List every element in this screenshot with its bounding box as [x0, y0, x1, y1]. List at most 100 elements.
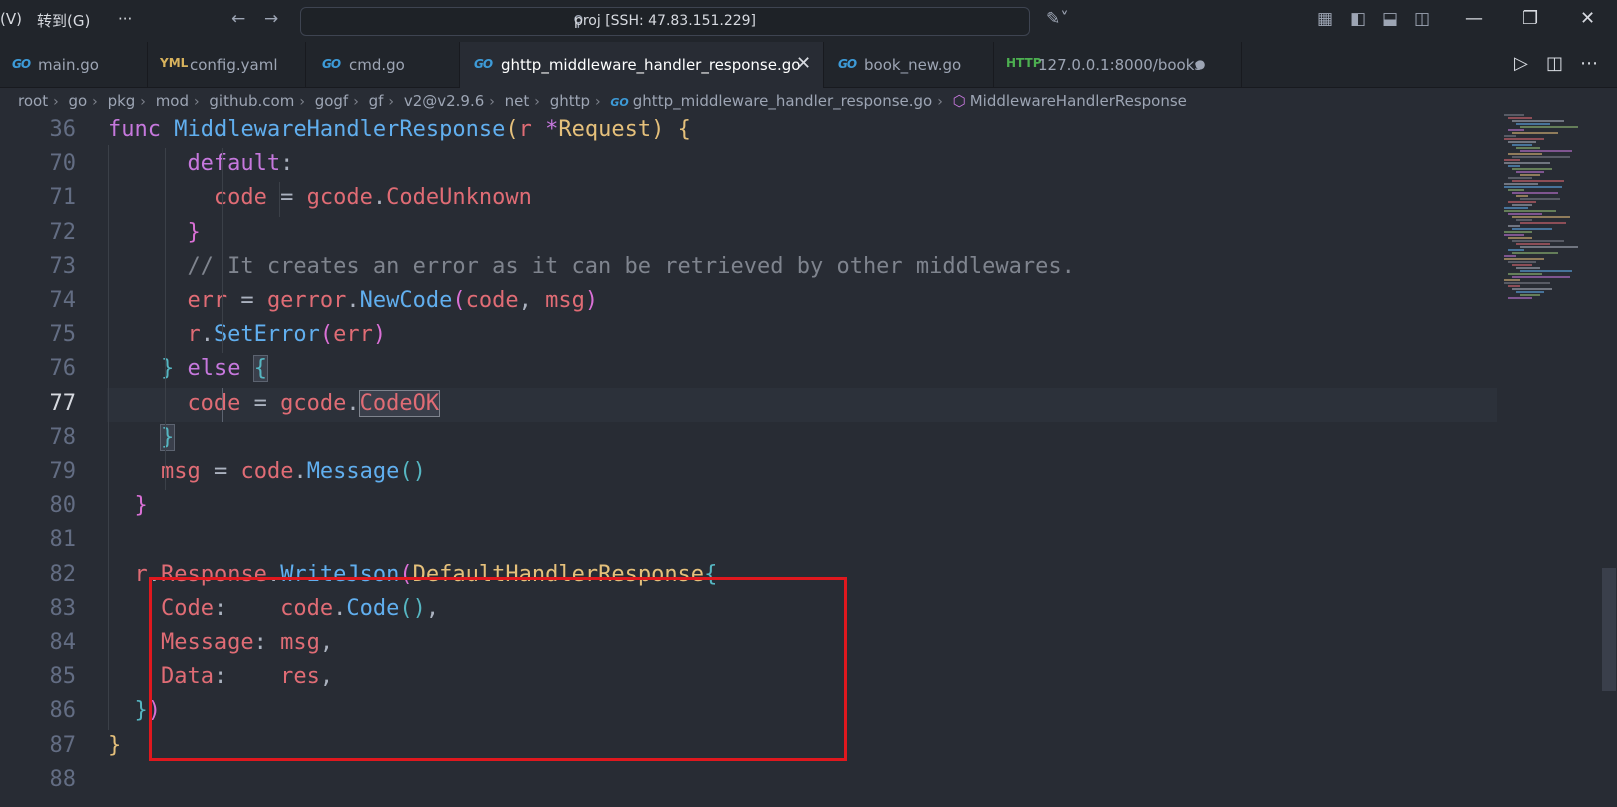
- code-token: =: [227, 288, 267, 313]
- breadcrumb-item[interactable]: root: [18, 92, 48, 110]
- code-token: .: [346, 288, 360, 313]
- tab-book-new-go[interactable]: GO book_new.go: [824, 42, 994, 88]
- breadcrumb-item[interactable]: net: [505, 92, 530, 110]
- tab-label: config.yaml: [190, 56, 278, 74]
- code-line[interactable]: 80}: [0, 490, 1500, 524]
- http-file-icon: HTTP: [1006, 56, 1042, 70]
- minimize-icon[interactable]: —: [1465, 8, 1483, 29]
- line-code: }: [187, 220, 200, 245]
- close-tab-icon[interactable]: ✕: [796, 53, 811, 74]
- toggle-panel-icon[interactable]: ⬓: [1382, 9, 1398, 29]
- code-token: func: [108, 117, 161, 142]
- code-token: }: [108, 732, 122, 758]
- back-arrow-icon[interactable]: ←: [231, 9, 245, 29]
- code-line[interactable]: 71 code = gcode.CodeUnknown: [0, 182, 1500, 216]
- code-token: (: [505, 117, 519, 142]
- toggle-primary-sidebar-icon[interactable]: ◧: [1350, 9, 1366, 29]
- line-code: }: [159, 423, 176, 451]
- minimap-line: [1508, 141, 1536, 143]
- title-bar: (V) 转到(G) ··· ← → ⚲ proj [SSH: 47.83.151…: [0, 0, 1617, 42]
- breadcrumb-item[interactable]: pkg: [108, 92, 136, 110]
- chevron-right-icon: ›: [489, 94, 495, 110]
- code-line[interactable]: 81: [0, 524, 1500, 558]
- code-line[interactable]: 72}: [0, 217, 1500, 251]
- line-code: code = gcode.CodeUnknown: [214, 185, 532, 210]
- code-token: code: [465, 288, 519, 313]
- code-line[interactable]: 78}: [0, 422, 1500, 456]
- menu-view[interactable]: (V): [0, 10, 22, 28]
- minimap-line: [1516, 171, 1544, 173]
- code-token: msg: [160, 459, 201, 484]
- scrollbar-thumb[interactable]: [1602, 568, 1616, 691]
- indent-guide: [221, 387, 223, 422]
- run-icon[interactable]: ▷: [1514, 53, 1528, 74]
- minimap-line: [1508, 177, 1532, 179]
- code-line[interactable]: 75 r.SetError(err): [0, 319, 1500, 353]
- line-code: }: [134, 493, 147, 518]
- code-token: .: [372, 185, 387, 211]
- forward-arrow-icon[interactable]: →: [264, 9, 278, 29]
- breadcrumb-item[interactable]: mod: [156, 92, 189, 110]
- tab-config-yaml[interactable]: YML config.yaml: [148, 42, 306, 88]
- vertical-scrollbar[interactable]: [1601, 114, 1617, 807]
- chevron-right-icon: ›: [937, 94, 943, 110]
- code-token: r: [187, 322, 201, 348]
- menu-more-button[interactable]: ···: [118, 10, 132, 28]
- code-line[interactable]: 73 // It creates an error as it can be re…: [0, 251, 1500, 285]
- customize-layout-icon[interactable]: ▦: [1317, 9, 1333, 29]
- code-line[interactable]: 79 msg = code.Message(): [0, 456, 1500, 490]
- chevron-right-icon: ›: [140, 94, 146, 110]
- menu-goto[interactable]: 转到(G): [37, 10, 90, 31]
- tab-ghttp-middleware-handler-response[interactable]: GO ghttp_middleware_handler_response.go …: [460, 42, 824, 88]
- go-file-icon: GO: [322, 57, 341, 71]
- more-actions-icon[interactable]: ⋯: [1580, 53, 1598, 74]
- command-center-search[interactable]: ⚲ proj [SSH: 47.83.151.229]: [300, 7, 1030, 36]
- breadcrumb-item[interactable]: gogf: [315, 92, 349, 110]
- go-file-icon: GO: [474, 57, 493, 71]
- indent-guide: [108, 144, 109, 730]
- minimap-line: [1508, 129, 1524, 131]
- split-editor-icon[interactable]: ◫: [1546, 53, 1563, 74]
- minimap-line: [1520, 150, 1572, 152]
- restore-icon[interactable]: ❐: [1522, 8, 1538, 29]
- code-line[interactable]: 36 func MiddlewareHandlerResponse(r *Requ…: [0, 114, 1500, 148]
- minimap[interactable]: [1500, 114, 1600, 304]
- copilot-chat-icon[interactable]: ✎˅: [1046, 9, 1069, 29]
- chevron-right-icon: ›: [299, 94, 305, 110]
- breadcrumb-item[interactable]: ghttp: [550, 92, 590, 110]
- tab-http-books[interactable]: HTTP 127.0.0.1:8000/books ●: [994, 42, 1242, 88]
- breadcrumb-item[interactable]: github.com: [209, 92, 294, 110]
- toggle-secondary-sidebar-icon[interactable]: ◫: [1414, 9, 1430, 29]
- code-line[interactable]: 70 default:: [0, 148, 1500, 182]
- minimap-line: [1504, 162, 1550, 164]
- tab-main-go[interactable]: GO main.go: [0, 42, 148, 88]
- breadcrumb-item[interactable]: v2@v2.9.6: [404, 92, 484, 110]
- minimap-line: [1508, 153, 1542, 155]
- code-token: :: [280, 151, 294, 177]
- code-token: msg: [545, 288, 585, 313]
- minimap-line: [1512, 168, 1552, 170]
- code-line[interactable]: 74 err = gerror.NewCode(code, msg): [0, 285, 1500, 319]
- yaml-file-icon: YML: [160, 56, 189, 70]
- code-line[interactable]: 76} else {: [0, 353, 1500, 387]
- tab-cmd-go[interactable]: GO cmd.go: [306, 42, 460, 88]
- code-token: }: [134, 493, 148, 519]
- chevron-right-icon: ›: [53, 94, 59, 110]
- indent-guide: [278, 182, 280, 217]
- code-line[interactable]: 77 code = gcode.CodeOK: [0, 387, 1500, 422]
- minimap-line: [1504, 186, 1562, 188]
- code-token: gcode: [306, 185, 373, 211]
- breadcrumb-file[interactable]: ghttp_middleware_handler_response.go: [633, 92, 932, 110]
- breadcrumb-item[interactable]: gf: [369, 92, 384, 110]
- close-window-icon[interactable]: ✕: [1580, 8, 1595, 29]
- minimap-line: [1504, 210, 1556, 212]
- breadcrumb-item[interactable]: go: [68, 92, 87, 110]
- tab-label: 127.0.0.1:8000/books: [1038, 56, 1203, 74]
- code-token: }: [159, 423, 176, 451]
- minimap-line: [1516, 195, 1528, 197]
- breadcrumb-symbol[interactable]: MiddlewareHandlerResponse: [970, 92, 1187, 110]
- minimap-line: [1504, 258, 1544, 260]
- minimap-line: [1508, 201, 1536, 203]
- code-line[interactable]: 88: [0, 764, 1500, 798]
